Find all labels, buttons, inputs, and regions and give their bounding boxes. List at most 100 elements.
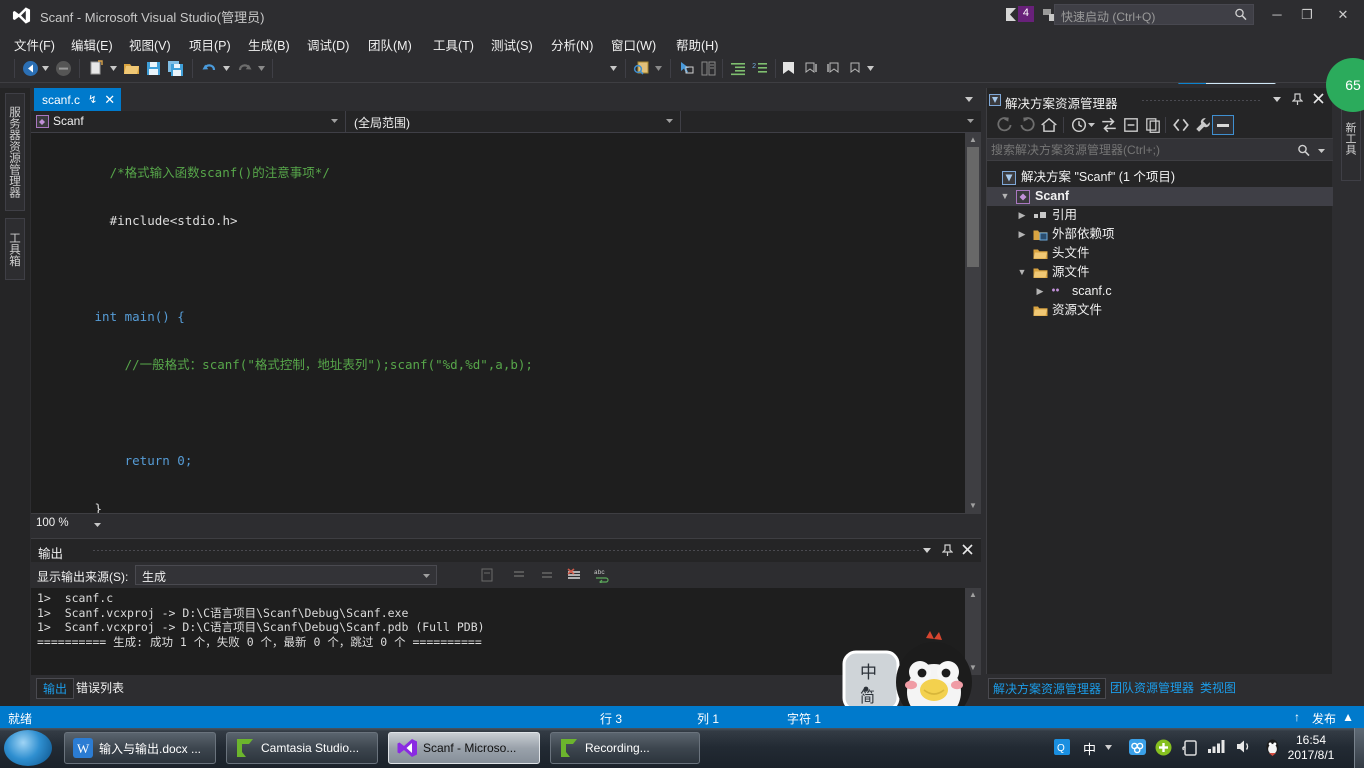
chevron-down-icon[interactable] xyxy=(610,66,617,71)
show-desktop-button[interactable] xyxy=(1354,728,1364,768)
toolbar-overflow-icon[interactable] xyxy=(867,66,874,71)
network-signal-icon[interactable] xyxy=(1208,739,1226,756)
close-icon[interactable] xyxy=(962,544,973,555)
publish-button[interactable]: 发布 xyxy=(1312,710,1336,727)
menu-edit[interactable]: 编辑(E) xyxy=(65,33,119,56)
output-text[interactable]: 1> scanf.c 1> Scanf.vcxproj -> D:\C语言项目\… xyxy=(31,588,965,675)
menu-test[interactable]: 测试(S) xyxy=(485,33,539,56)
close-button[interactable]: ✕ xyxy=(1328,4,1358,26)
comment-selection-icon[interactable]: 2 xyxy=(752,60,769,77)
forward-icon[interactable] xyxy=(1017,116,1037,134)
update-icon[interactable] xyxy=(1155,739,1172,759)
chevron-down-icon[interactable] xyxy=(923,548,931,553)
tab-class-view[interactable]: 类视图 xyxy=(1196,678,1240,697)
scroll-up-icon[interactable]: ▲ xyxy=(965,133,981,147)
menu-team[interactable]: 团队(M) xyxy=(362,33,418,56)
code-view-icon[interactable] xyxy=(1171,116,1191,134)
maximize-button[interactable]: ❐ xyxy=(1292,4,1322,26)
publish-arrow-icon[interactable]: ↑ xyxy=(1294,710,1300,724)
pin-icon[interactable] xyxy=(1292,93,1303,106)
save-icon[interactable] xyxy=(145,60,162,77)
search-icon[interactable] xyxy=(1297,143,1311,158)
home-icon[interactable] xyxy=(1039,116,1059,134)
chevron-down-icon[interactable] xyxy=(258,66,265,71)
sidebar-tab-toolbox[interactable]: 工具箱 xyxy=(5,218,25,280)
tree-item-solution[interactable]: 解决方案 "Scanf" (1 个项目) xyxy=(987,168,1333,187)
tree-item-source-files[interactable]: ▼ 源文件 xyxy=(987,263,1333,282)
tree-item-references[interactable]: ▶ 引用 xyxy=(987,206,1333,225)
navigate-to-icon[interactable] xyxy=(678,60,695,77)
notifications-indicator[interactable]: 4 xyxy=(1005,6,1034,22)
tab-error-list[interactable]: 错误列表 xyxy=(70,678,130,697)
clear-all-icon[interactable] xyxy=(566,567,582,583)
find-in-files-icon[interactable] xyxy=(633,60,650,77)
minimize-button[interactable]: ─ xyxy=(1262,4,1292,26)
pin-icon[interactable]: ↯ xyxy=(88,93,97,106)
zoom-level-combo[interactable]: 100 % xyxy=(36,517,101,534)
expander-icon[interactable]: ▼ xyxy=(1017,263,1027,282)
menu-debug[interactable]: 调试(D) xyxy=(301,33,355,56)
menu-help[interactable]: 帮助(H) xyxy=(670,33,724,56)
chevron-down-icon[interactable] xyxy=(110,66,117,71)
scrollbar-thumb[interactable] xyxy=(967,147,979,267)
tab-team-explorer[interactable]: 团队资源管理器 xyxy=(1106,678,1198,697)
save-all-icon[interactable] xyxy=(167,60,184,77)
chevron-down-icon[interactable] xyxy=(42,66,49,71)
quick-launch-box[interactable]: 快速启动 (Ctrl+Q) xyxy=(1054,4,1254,25)
nav-project-combo[interactable]: Scanf xyxy=(31,111,346,132)
ime-dropdown-icon[interactable] xyxy=(1105,739,1112,753)
taskbar-clock[interactable]: 16:54 2017/8/1 xyxy=(1274,733,1348,763)
next-bookmark-icon[interactable] xyxy=(825,60,842,77)
active-files-dropdown-icon[interactable] xyxy=(965,97,973,102)
volume-icon[interactable] xyxy=(1236,739,1254,757)
tree-item-header-files[interactable]: 头文件 xyxy=(987,244,1333,263)
indent-icon[interactable] xyxy=(730,60,747,77)
menu-file[interactable]: 文件(F) xyxy=(8,33,61,56)
tree-item-file-scanf-c[interactable]: ▶ scanf.c xyxy=(987,282,1333,301)
bookmark-icon[interactable] xyxy=(782,60,795,77)
qq-browser-icon[interactable]: Q xyxy=(1054,739,1070,758)
redo-icon[interactable] xyxy=(236,60,253,77)
chevron-down-icon[interactable] xyxy=(1273,97,1281,102)
chevron-down-icon[interactable] xyxy=(223,66,230,71)
menu-analyze[interactable]: 分析(N) xyxy=(545,33,599,56)
scroll-up-icon[interactable]: ▲ xyxy=(965,588,981,602)
properties-icon[interactable] xyxy=(1193,116,1213,134)
menu-project[interactable]: 项目(P) xyxy=(183,33,237,56)
search-input[interactable] xyxy=(991,142,1281,158)
compare-files-icon[interactable] xyxy=(700,60,717,77)
show-all-files-icon[interactable] xyxy=(1143,116,1163,134)
undo-icon[interactable] xyxy=(201,60,218,77)
document-tab-scanf-c[interactable]: scanf.c ↯ ✕ xyxy=(34,88,122,111)
find-message-icon[interactable] xyxy=(479,567,495,583)
taskbar-item-recording[interactable]: Recording... xyxy=(550,732,700,764)
expander-icon[interactable]: ▶ xyxy=(1035,282,1045,301)
menu-build[interactable]: 生成(B) xyxy=(242,33,296,56)
chevron-down-icon[interactable] xyxy=(1318,149,1325,153)
expander-icon[interactable]: ▶ xyxy=(1017,225,1027,244)
chevron-down-icon[interactable] xyxy=(655,66,662,71)
taskbar-item-word[interactable]: W 输入与输出.docx ... xyxy=(64,732,216,764)
menu-window[interactable]: 窗口(W) xyxy=(605,33,662,56)
tree-item-project-scanf[interactable]: ▼ Scanf xyxy=(987,187,1333,206)
solution-explorer-search[interactable] xyxy=(987,138,1333,161)
preview-selected-items-button[interactable] xyxy=(1212,115,1234,135)
nav-scope-combo[interactable]: (全局范围) xyxy=(346,111,681,132)
scroll-down-icon[interactable]: ▼ xyxy=(965,499,981,513)
navigate-back-icon[interactable] xyxy=(22,60,39,77)
nav-member-combo[interactable] xyxy=(681,111,981,132)
tab-solution-explorer[interactable]: 解决方案资源管理器 xyxy=(988,678,1107,699)
go-to-previous-icon[interactable] xyxy=(511,567,527,583)
taskbar-item-camtasia[interactable]: Camtasia Studio... xyxy=(226,732,378,764)
output-source-combo[interactable]: 生成 xyxy=(135,565,437,585)
pending-changes-icon[interactable] xyxy=(1069,116,1089,134)
go-to-next-icon[interactable] xyxy=(539,567,555,583)
pin-icon[interactable] xyxy=(942,544,953,557)
new-project-icon[interactable] xyxy=(88,60,105,77)
close-icon[interactable]: ✕ xyxy=(104,92,115,108)
collapse-all-icon[interactable] xyxy=(1121,116,1141,134)
start-button[interactable] xyxy=(4,730,52,766)
clear-bookmarks-icon[interactable] xyxy=(847,60,864,77)
menu-view[interactable]: 视图(V) xyxy=(123,33,177,56)
close-icon[interactable] xyxy=(1313,93,1324,104)
